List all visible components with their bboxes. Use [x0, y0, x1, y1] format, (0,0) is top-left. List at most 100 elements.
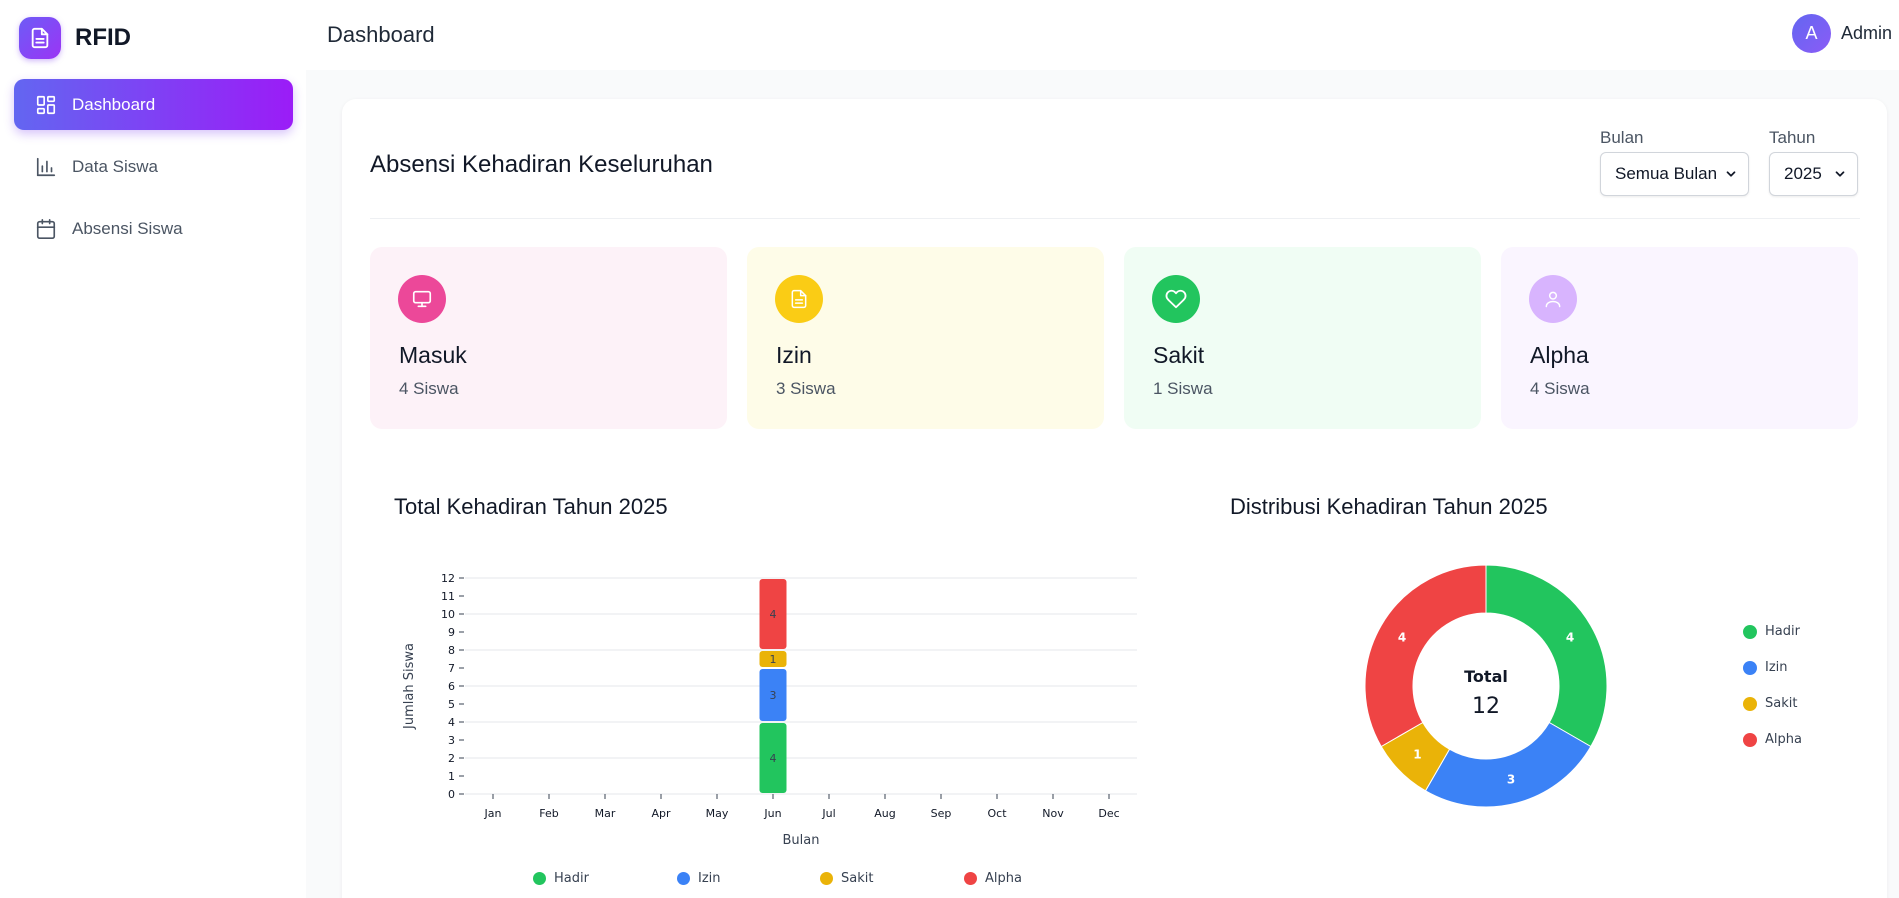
stat-title: Masuk: [399, 342, 467, 368]
user-menu[interactable]: A Admin: [1791, 14, 1892, 53]
legend-swatch: [677, 872, 690, 885]
sidebar-item-absensi-siswa[interactable]: Absensi Siswa: [14, 203, 293, 254]
y-tick-label: 0: [448, 788, 455, 801]
x-tick-label: Sep: [931, 807, 952, 820]
x-tick-label: Jun: [763, 807, 781, 820]
stat-card-izin: Izin 3 Siswa: [747, 247, 1104, 429]
legend-label: Hadir: [554, 871, 589, 886]
legend-swatch: [1743, 696, 1757, 711]
legend-item-hadir[interactable]: Hadir: [1743, 624, 1800, 639]
legend-label: Alpha: [1765, 732, 1802, 747]
stat-value: 4 Siswa: [399, 379, 459, 398]
sidebar-item-label: Dashboard: [72, 94, 156, 114]
legend-swatch: [1743, 660, 1757, 675]
heart-icon: [1152, 275, 1200, 323]
sidebar-nav: Dashboard Data Siswa Absensi Siswa: [14, 79, 293, 265]
calendar-icon: [34, 217, 58, 241]
year-filter-label: Tahun: [1769, 128, 1816, 147]
x-tick-label: Nov: [1042, 807, 1064, 820]
y-axis-label: Jumlah Siswa: [402, 643, 417, 730]
legend-swatch: [1743, 624, 1757, 639]
chevron-down-icon: [1835, 171, 1845, 177]
x-tick-label: May: [706, 807, 729, 820]
legend-item-izin[interactable]: Izin: [677, 871, 721, 886]
legend-label: Izin: [1765, 660, 1788, 675]
legend-item-alpha[interactable]: Alpha: [1743, 732, 1802, 747]
y-tick-label: 12: [441, 572, 455, 585]
donut-center-label: Total: [1464, 667, 1508, 686]
stat-value: 3 Siswa: [776, 379, 836, 398]
legend-item-izin[interactable]: Izin: [1743, 660, 1788, 675]
monitor-icon: [398, 275, 446, 323]
donut-data-label: 4: [1566, 631, 1574, 645]
page-title: Dashboard: [327, 22, 435, 47]
y-tick-label: 4: [448, 716, 455, 729]
bar-chart-icon: [34, 155, 58, 179]
top-header: Dashboard A Admin: [306, 0, 1899, 70]
dashboard-grid-icon: [34, 93, 58, 117]
donut-slice-hadir[interactable]: [1485, 564, 1608, 748]
divider: [370, 218, 1860, 219]
y-tick-label: 7: [448, 662, 455, 675]
legend-label: Sakit: [1765, 696, 1798, 711]
brand[interactable]: RFID: [19, 17, 131, 59]
donut-data-label: 4: [1398, 631, 1406, 645]
stat-title: Sakit: [1153, 342, 1205, 368]
x-tick-label: Apr: [651, 807, 671, 820]
stat-card-sakit: Sakit 1 Siswa: [1124, 247, 1481, 429]
year-filter: Tahun 2025: [1769, 128, 1858, 196]
month-select[interactable]: Semua Bulan: [1600, 152, 1749, 196]
legend-label: Alpha: [985, 871, 1022, 886]
stat-card-masuk: Masuk 4 Siswa: [370, 247, 727, 429]
donut-slice-alpha[interactable]: [1364, 564, 1487, 748]
donut-data-label: 1: [1413, 748, 1421, 762]
donut-slice-izin[interactable]: [1424, 721, 1592, 808]
y-tick-label: 5: [448, 698, 455, 711]
month-filter: Bulan Semua Bulan: [1600, 128, 1749, 196]
donut-data-label: 3: [1507, 773, 1515, 787]
stat-cards: Masuk 4 Siswa Izin 3 Siswa Sakit 1 Siswa…: [370, 247, 1858, 429]
x-tick-label: Jan: [484, 807, 502, 820]
bar-data-label: 4: [770, 608, 777, 621]
legend-label: Izin: [698, 871, 721, 886]
chevron-down-icon: [1726, 171, 1736, 177]
y-tick-label: 11: [441, 590, 455, 603]
user-icon: [1529, 275, 1577, 323]
y-tick-label: 8: [448, 644, 455, 657]
year-select-value: 2025: [1784, 164, 1822, 183]
legend-swatch: [533, 872, 546, 885]
y-tick-label: 9: [448, 626, 455, 639]
x-tick-label: Aug: [874, 807, 895, 820]
legend-item-hadir[interactable]: Hadir: [533, 871, 589, 886]
document-icon: [775, 275, 823, 323]
avatar[interactable]: A: [1791, 14, 1831, 53]
y-tick-label: 2: [448, 752, 455, 765]
year-select[interactable]: 2025: [1769, 152, 1858, 196]
stat-title: Izin: [776, 342, 812, 368]
legend-item-sakit[interactable]: Sakit: [1743, 696, 1797, 711]
sidebar-item-label: Absensi Siswa: [72, 218, 183, 238]
legend-swatch: [964, 872, 977, 885]
legend-item-sakit[interactable]: Sakit: [820, 871, 873, 886]
brand-name: RFID: [75, 24, 131, 51]
y-tick-label: 3: [448, 734, 455, 747]
legend-item-alpha[interactable]: Alpha: [964, 871, 1022, 886]
sidebar-item-dashboard[interactable]: Dashboard: [14, 79, 293, 130]
legend-swatch: [1743, 732, 1757, 747]
donut-center-value: 12: [1472, 694, 1500, 719]
legend-label: Sakit: [841, 871, 874, 886]
bar-data-label: 1: [770, 653, 777, 666]
pie-chart-title: Distribusi Kehadiran Tahun 2025: [1230, 494, 1548, 519]
stat-value: 1 Siswa: [1153, 379, 1213, 398]
stat-title: Alpha: [1530, 342, 1589, 368]
bar-chart-title: Total Kehadiran Tahun 2025: [394, 494, 668, 519]
month-filter-label: Bulan: [1600, 128, 1644, 147]
stat-value: 4 Siswa: [1530, 379, 1590, 398]
x-tick-label: Jul: [821, 807, 835, 820]
bar-data-label: 4: [770, 752, 777, 765]
user-name: Admin: [1840, 23, 1892, 43]
y-tick-label: 1: [448, 770, 455, 783]
sidebar-item-data-siswa[interactable]: Data Siswa: [14, 141, 293, 192]
x-tick-label: Oct: [987, 807, 1007, 820]
legend-label: Hadir: [1765, 624, 1800, 639]
